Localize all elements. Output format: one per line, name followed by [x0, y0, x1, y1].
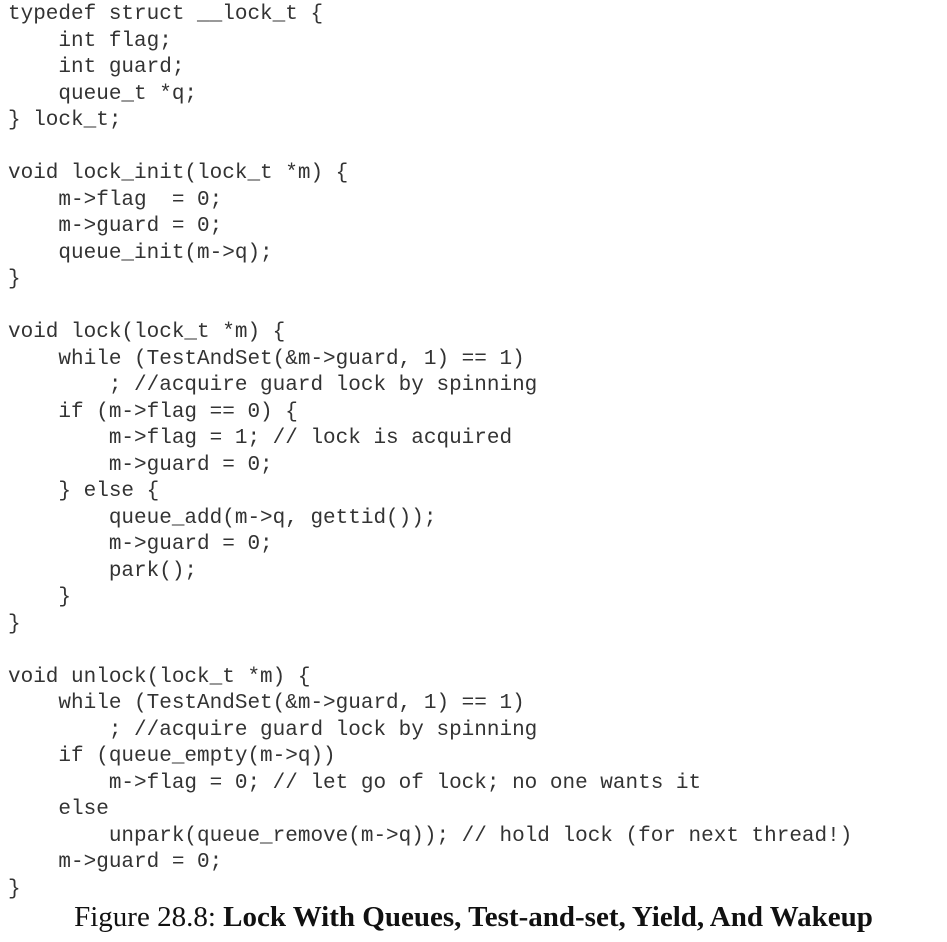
code-line: } else {	[8, 480, 160, 503]
code-line: while (TestAndSet(&m->guard, 1) == 1)	[8, 692, 525, 715]
code-line: }	[8, 612, 21, 636]
code-line: typedef struct __lock_t {	[8, 3, 324, 26]
code-line: m->guard = 0;	[8, 851, 223, 874]
code-line: m->flag = 0;	[8, 188, 223, 212]
code-line: m->guard = 0;	[8, 453, 273, 477]
code-line: int guard;	[8, 56, 185, 79]
code-line: if (m->flag == 0) {	[8, 400, 298, 424]
figure-caption: Figure 28.8: Lock With Queues, Test-and-…	[0, 897, 947, 937]
code-line: park();	[8, 559, 198, 583]
code-line: int flag;	[8, 29, 172, 53]
code-line: void lock(lock_t *m) {	[8, 321, 286, 344]
code-line: m->flag = 1; // lock is acquired	[8, 427, 513, 450]
code-line: queue_init(m->q);	[8, 241, 273, 265]
code-line: if (queue_empty(m->q))	[8, 745, 336, 768]
code-line: while (TestAndSet(&m->guard, 1) == 1)	[8, 347, 525, 371]
code-line: }	[8, 586, 72, 609]
code-line: void lock_init(lock_t *m) {	[8, 162, 349, 185]
code-line: queue_add(m->q, gettid());	[8, 506, 437, 530]
code-line: m->guard = 0;	[8, 533, 273, 556]
figure-label: Figure 28.8:	[74, 901, 216, 933]
code-line: void unlock(lock_t *m) {	[8, 665, 311, 689]
code-line: queue_t *q;	[8, 82, 198, 106]
code-line: ; //acquire guard lock by spinning	[8, 374, 538, 397]
code-listing: typedef struct __lock_t { int flag; int …	[8, 2, 852, 903]
code-line: }	[8, 268, 21, 291]
code-line: unpark(queue_remove(m->q)); // hold lock…	[8, 824, 853, 848]
code-line: else	[8, 798, 109, 821]
code-line: m->flag = 0; // let go of lock; no one w…	[8, 771, 702, 795]
code-line: } lock_t;	[8, 109, 122, 132]
figure-title: Lock With Queues, Test-and-set, Yield, A…	[223, 901, 873, 933]
code-line: ; //acquire guard lock by spinning	[8, 718, 538, 742]
code-line: m->guard = 0;	[8, 215, 223, 238]
